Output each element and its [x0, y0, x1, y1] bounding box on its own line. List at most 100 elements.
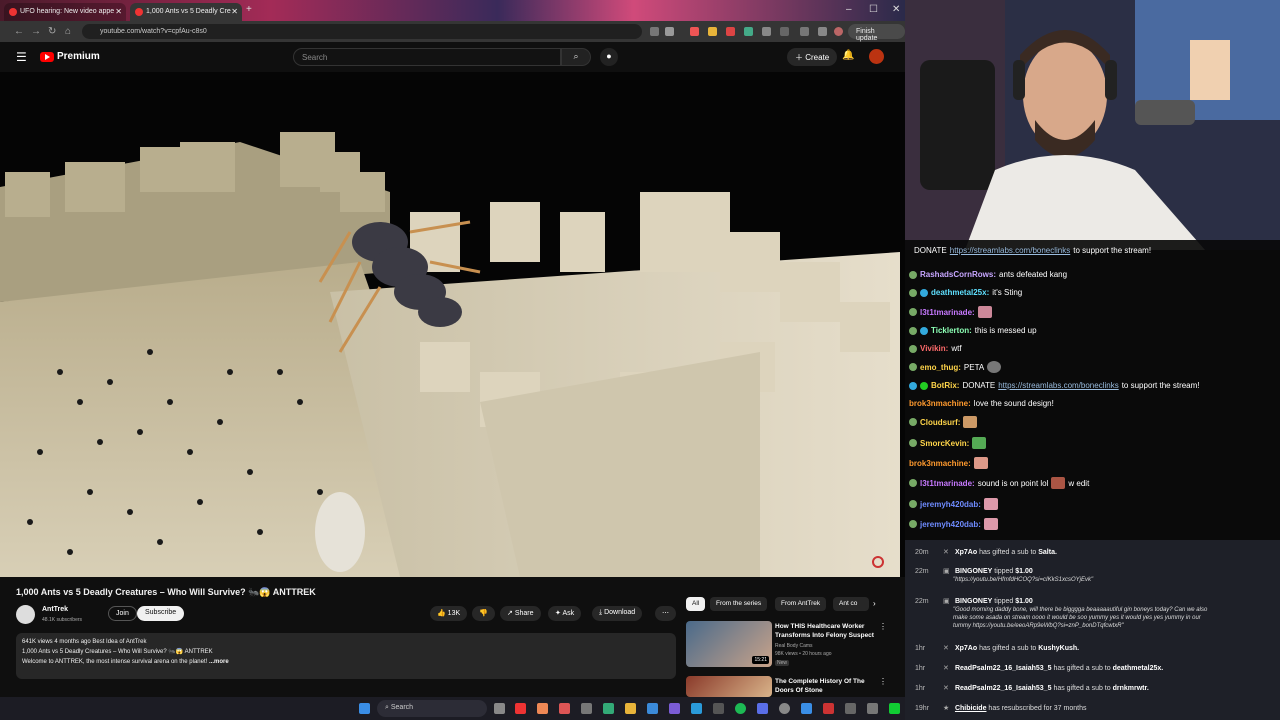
- chat-username[interactable]: Cloudsurf:: [920, 418, 960, 427]
- stream-chat: DONATE https://streamlabs.com/boneclinks…: [905, 240, 1280, 540]
- app-icon[interactable]: [559, 703, 570, 714]
- chat-username[interactable]: l3t1tmarinade:: [920, 479, 975, 488]
- app-icon[interactable]: [647, 703, 658, 714]
- extension-icon[interactable]: [744, 27, 753, 36]
- rec-thumbnail[interactable]: 15:21: [686, 621, 772, 667]
- start-windows-icon[interactable]: [359, 703, 370, 714]
- description-box[interactable]: 641K views 4 months ago Best Idea of Ant…: [16, 633, 676, 679]
- chip-from-series[interactable]: From the series: [710, 597, 768, 611]
- browser-tab-ufo[interactable]: UFO hearing: New video appe ✕: [4, 3, 126, 21]
- app-icon[interactable]: [515, 703, 526, 714]
- browser-tab-ants[interactable]: 1,000 Ants vs 5 Deadly Cre ✕: [130, 3, 242, 21]
- chat-username[interactable]: jeremyh420dab:: [920, 520, 981, 529]
- maximize-icon[interactable]: ☐: [869, 4, 878, 15]
- rec-channel[interactable]: Real Body Cams: [775, 643, 813, 649]
- chat-username[interactable]: RashadsCornRows:: [920, 270, 996, 279]
- chat-username[interactable]: SmorcKevin:: [920, 439, 969, 448]
- chat-username[interactable]: jeremyh420dab:: [920, 500, 981, 509]
- extension-icon[interactable]: [726, 27, 735, 36]
- rec-title[interactable]: The Complete History Of The Doors Of Sto…: [775, 677, 880, 695]
- sidebar-icon[interactable]: [780, 27, 789, 36]
- back-icon[interactable]: ←: [14, 26, 24, 37]
- profile-icon[interactable]: [834, 27, 843, 36]
- forward-icon[interactable]: →: [31, 26, 41, 37]
- dislike-button[interactable]: 👎: [472, 606, 495, 621]
- app-icon[interactable]: [757, 703, 768, 714]
- extension-icon[interactable]: [708, 27, 717, 36]
- hamburger-menu-icon[interactable]: ☰: [16, 50, 27, 64]
- app-icon[interactable]: [713, 703, 724, 714]
- app-icon[interactable]: [691, 703, 702, 714]
- channel-name[interactable]: AntTrek: [42, 606, 68, 613]
- app-icon[interactable]: [537, 703, 548, 714]
- event-row: 1hr ✕ ReadPsalm22_16_Isaiah53_5 has gifte…: [915, 664, 1163, 672]
- notifications-bell-icon[interactable]: 🔔: [842, 50, 854, 61]
- chat-username[interactable]: brok3nmachine:: [909, 459, 971, 468]
- reload-icon[interactable]: ↻: [48, 26, 56, 37]
- extension-icon[interactable]: [690, 27, 699, 36]
- download-button[interactable]: ⤓ Download: [592, 606, 643, 621]
- youtube-premium-logo[interactable]: Premium: [40, 51, 100, 62]
- app-icon[interactable]: [603, 703, 614, 714]
- search-input[interactable]: Search: [293, 48, 561, 66]
- donate-link[interactable]: https://streamlabs.com/boneclinks: [998, 381, 1119, 390]
- join-button[interactable]: Join: [108, 606, 137, 621]
- downloads-icon[interactable]: [800, 27, 809, 36]
- app-icon[interactable]: [889, 703, 900, 714]
- chip-from-anttrek[interactable]: From AntTrek: [775, 597, 827, 611]
- bookmark-star-icon[interactable]: [665, 27, 674, 36]
- chat-username[interactable]: l3t1tmarinade:: [920, 308, 975, 317]
- voice-search-button[interactable]: ●: [600, 48, 618, 66]
- app-icon[interactable]: [669, 703, 680, 714]
- install-icon[interactable]: [650, 27, 659, 36]
- close-tab-icon[interactable]: ✕: [231, 7, 238, 16]
- app-icon[interactable]: [779, 703, 790, 714]
- chip-ant-co[interactable]: Ant co: [833, 597, 869, 611]
- finish-update-button[interactable]: Finish update: [848, 24, 905, 42]
- rec-menu-icon[interactable]: ⋮: [879, 622, 887, 631]
- app-icon[interactable]: [581, 703, 592, 714]
- chat-username[interactable]: brok3nmachine:: [909, 399, 971, 408]
- video-player[interactable]: [0, 72, 905, 577]
- donate-link[interactable]: https://streamlabs.com/boneclinks: [950, 246, 1071, 255]
- app-icon[interactable]: [867, 703, 878, 714]
- new-tab-icon[interactable]: +: [246, 4, 252, 15]
- channel-watermark-icon[interactable]: [872, 556, 884, 568]
- task-view-icon[interactable]: [494, 703, 505, 714]
- rec-menu-icon[interactable]: ⋮: [879, 677, 887, 686]
- chip-all[interactable]: All: [686, 597, 706, 611]
- spotify-icon[interactable]: [735, 703, 746, 714]
- ask-button[interactable]: ✦ Ask: [548, 606, 582, 621]
- split-view-icon[interactable]: [818, 27, 827, 36]
- app-icon[interactable]: [823, 703, 834, 714]
- app-icon[interactable]: [845, 703, 856, 714]
- account-avatar[interactable]: [869, 49, 884, 64]
- chat-username[interactable]: Ticklerton:: [931, 326, 972, 335]
- extensions-puzzle-icon[interactable]: [762, 27, 771, 36]
- chat-username[interactable]: deathmetal25x:: [931, 288, 989, 297]
- chat-username[interactable]: emo_thug:: [920, 363, 961, 372]
- home-icon[interactable]: ⌂: [65, 26, 71, 37]
- close-tab-icon[interactable]: ✕: [115, 7, 122, 16]
- app-icon[interactable]: [801, 703, 812, 714]
- chevron-right-icon[interactable]: ›: [873, 599, 876, 608]
- channel-avatar[interactable]: [16, 605, 35, 624]
- create-label: Create: [805, 53, 830, 62]
- chat-username[interactable]: BotRix:: [931, 381, 959, 390]
- rec-title[interactable]: How THIS Healthcare Worker Transforms In…: [775, 622, 880, 640]
- chat-username[interactable]: Vivikin:: [920, 344, 948, 353]
- file-explorer-icon[interactable]: [625, 703, 636, 714]
- minimize-icon[interactable]: –: [846, 4, 852, 15]
- url-field[interactable]: youtube.com/watch?v=cpfAu-c8s0: [82, 24, 642, 39]
- like-button[interactable]: 👍 13K: [430, 606, 468, 621]
- show-more-link[interactable]: ...more: [209, 659, 229, 665]
- sub-badge-icon: [909, 363, 917, 371]
- close-window-icon[interactable]: ✕: [892, 4, 900, 15]
- taskbar-search[interactable]: ⌕ Search: [377, 700, 487, 717]
- create-button[interactable]: ＋ Create: [787, 48, 838, 66]
- search-button[interactable]: ⌕: [561, 48, 591, 66]
- share-button[interactable]: ↗ Share: [500, 606, 541, 621]
- more-actions-button[interactable]: ⋯: [655, 606, 676, 621]
- subscribe-button[interactable]: Subscribe: [137, 606, 185, 621]
- rec-thumbnail[interactable]: [686, 676, 772, 697]
